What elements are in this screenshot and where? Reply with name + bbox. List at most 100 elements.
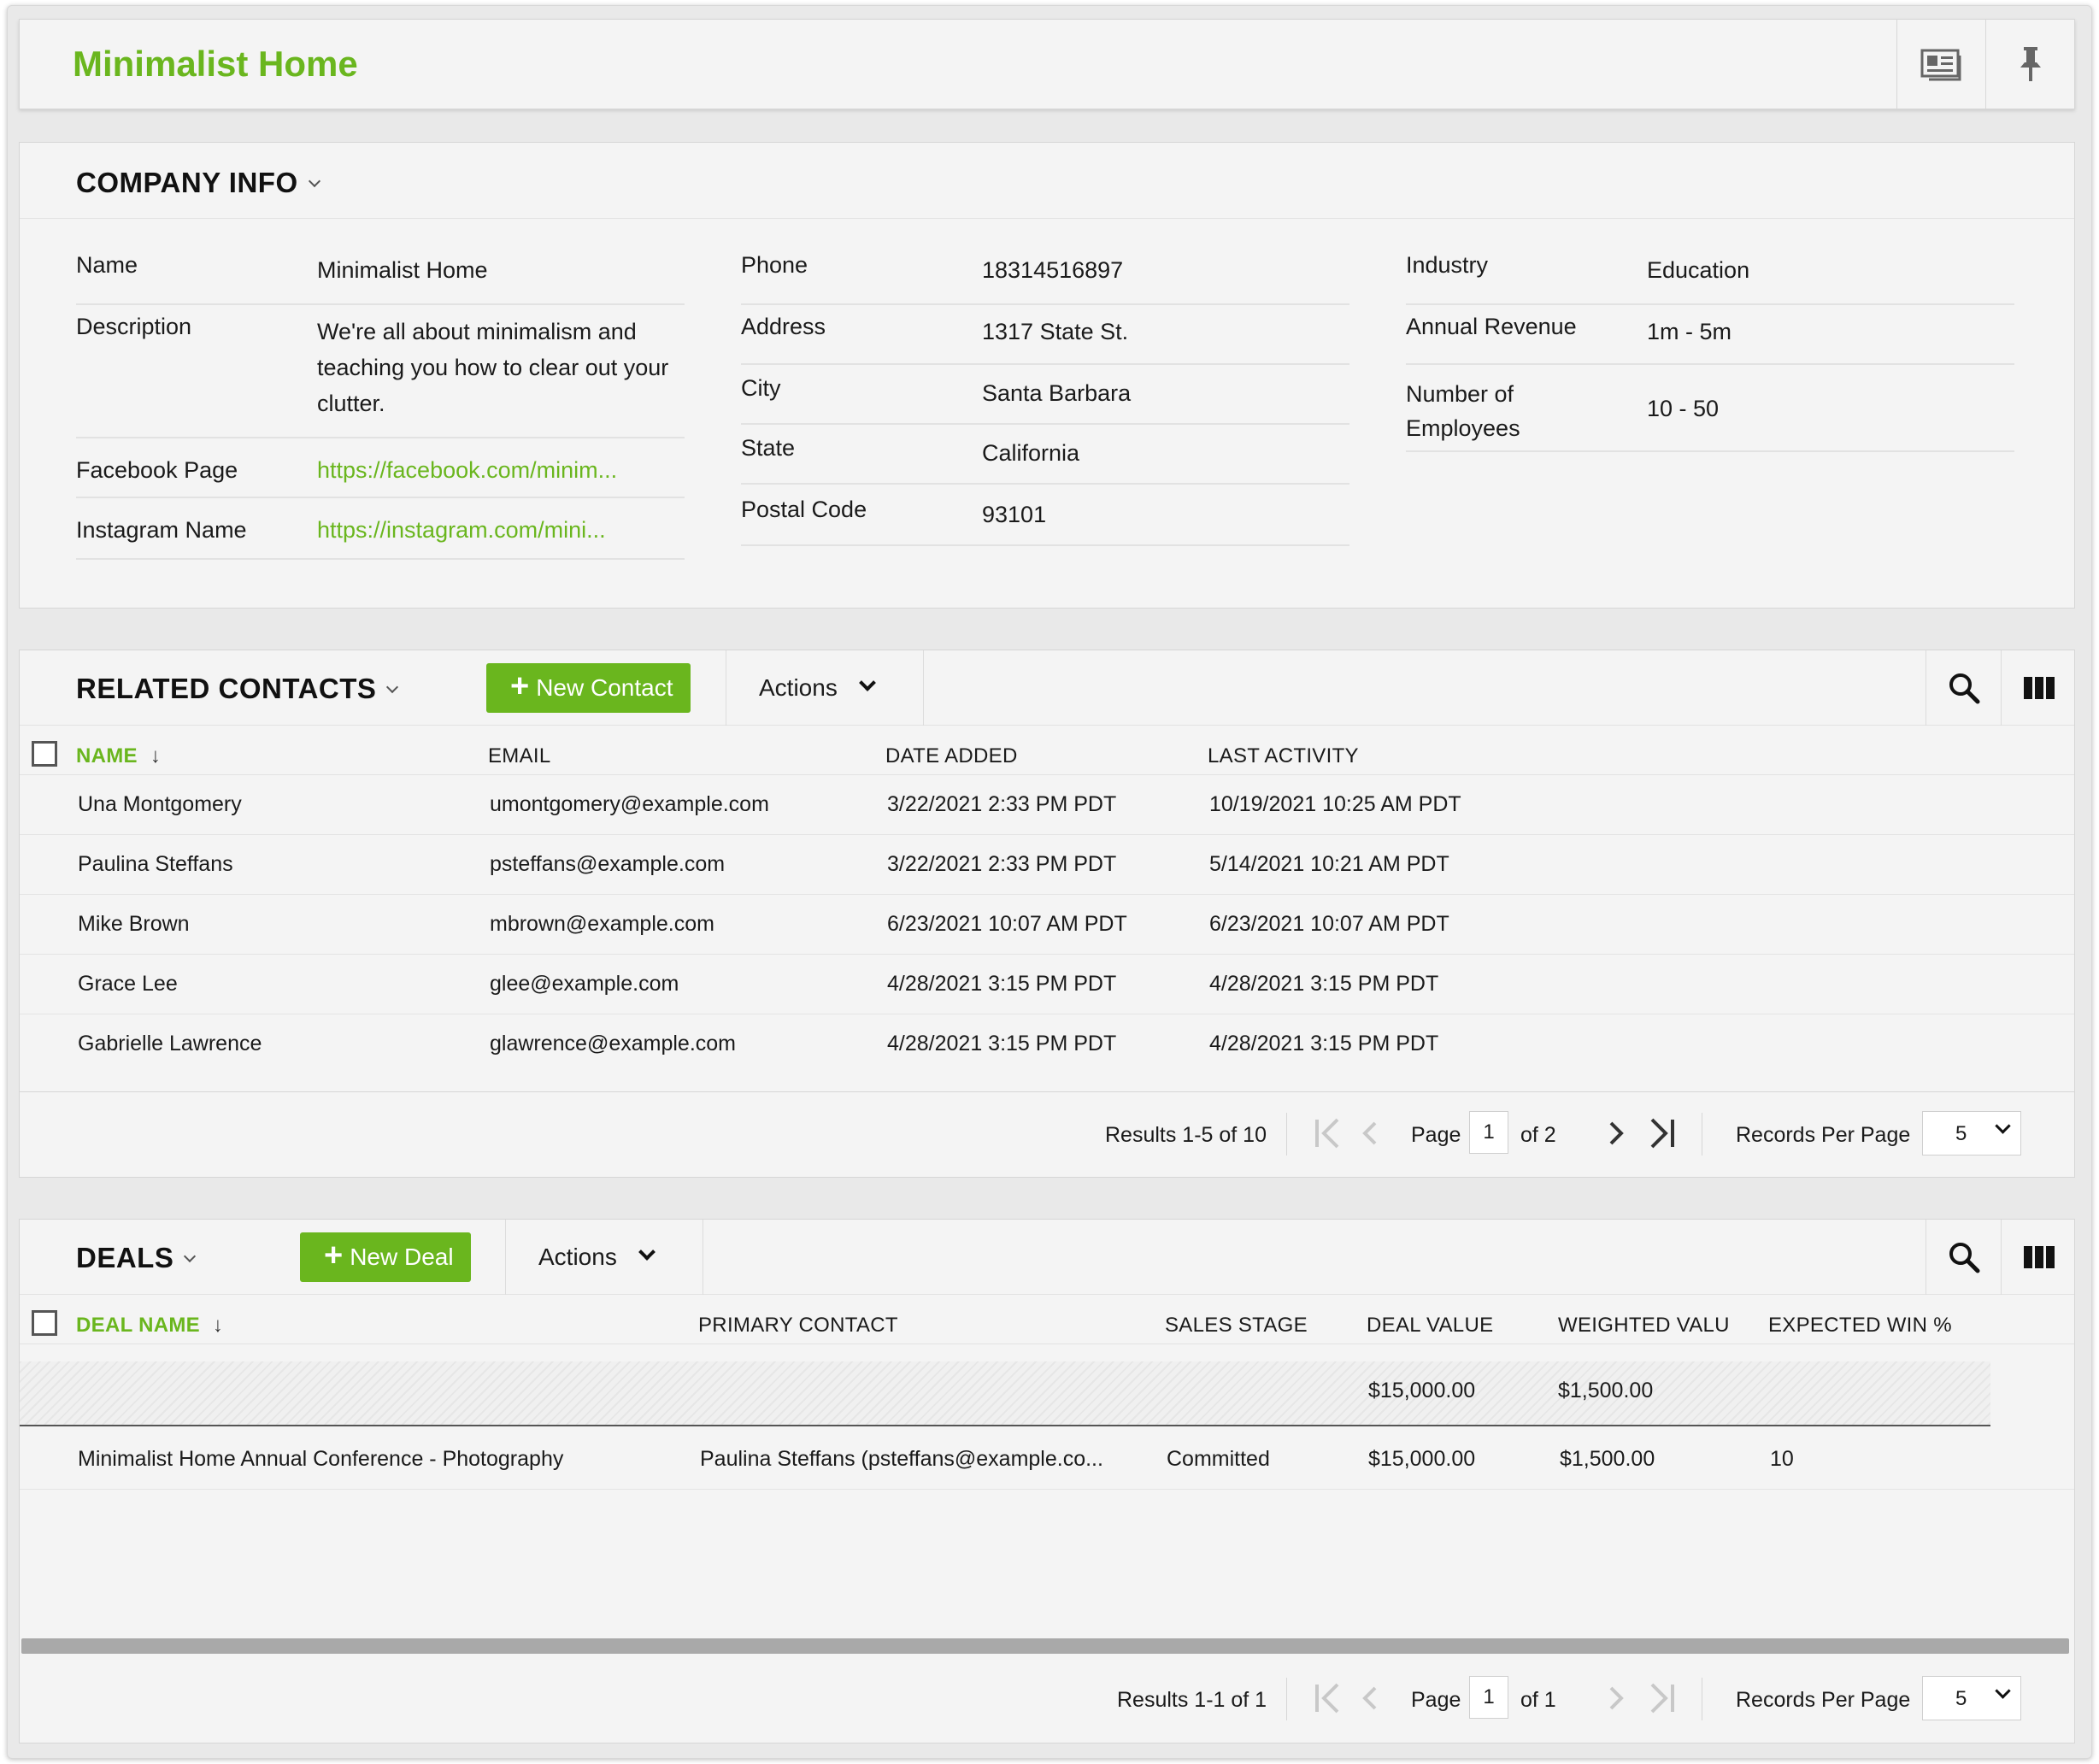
cell-email[interactable]: mbrown@example.com — [490, 912, 714, 937]
related-contacts-title[interactable]: RELATED CONTACTS — [76, 673, 399, 705]
company-info-title[interactable]: COMPANY INFO — [76, 167, 320, 199]
records-per-page-value: 5 — [1955, 1122, 1967, 1145]
contacts-toolbar: RELATED CONTACTS + New Contact Actions — [20, 650, 2074, 726]
first-page-icon[interactable] — [1312, 1116, 1346, 1150]
previous-page-icon[interactable] — [1358, 1681, 1384, 1715]
last-page-icon[interactable] — [1643, 1116, 1678, 1150]
deals-search-button[interactable] — [1926, 1220, 2001, 1295]
table-row[interactable]: Paulina Steffans psteffans@example.com 3… — [20, 835, 2074, 895]
divider — [1286, 1678, 1287, 1720]
deals-panel: DEALS + New Deal Actions DEAL NAME ↓ PRI… — [19, 1219, 2075, 1743]
columns-icon — [2023, 1246, 2055, 1268]
chevron-down-icon — [386, 680, 399, 694]
related-contacts-title-text: RELATED CONTACTS — [76, 673, 377, 704]
column-header-date-added[interactable]: DATE ADDED — [885, 744, 1018, 768]
cell-name[interactable]: Paulina Steffans — [78, 852, 233, 877]
table-row[interactable]: Gabrielle Lawrence glawrence@example.com… — [20, 1014, 2074, 1074]
field-label: State — [741, 435, 796, 461]
pin-button[interactable] — [1985, 20, 2074, 109]
column-header-last-activity[interactable]: LAST ACTIVITY — [1208, 744, 1359, 768]
records-per-page-select[interactable]: 5 — [1922, 1111, 2021, 1155]
table-row[interactable]: Una Montgomery umontgomery@example.com 3… — [20, 775, 2074, 835]
field-phone: Phone 18314516897 — [741, 244, 1349, 305]
cell-primary-contact[interactable]: Paulina Steffans (psteffans@example.co..… — [700, 1447, 1103, 1472]
select-all-checkbox[interactable] — [32, 1310, 57, 1336]
cell-name[interactable]: Mike Brown — [78, 912, 190, 937]
cell-email[interactable]: umontgomery@example.com — [490, 792, 769, 817]
actions-label: Actions — [538, 1244, 617, 1270]
cell-last-activity: 6/23/2021 10:07 AM PDT — [1209, 912, 1449, 936]
records-per-page-label: Records Per Page — [1736, 1123, 1911, 1147]
contacts-search-button[interactable] — [1926, 650, 2001, 726]
card-view-button[interactable] — [1896, 20, 1985, 109]
column-header-email[interactable]: EMAIL — [488, 744, 551, 768]
cell-deal-name[interactable]: Minimalist Home Annual Conference - Phot… — [78, 1447, 563, 1472]
instagram-link[interactable]: https://instagram.com/mini... — [317, 512, 659, 548]
page-number-input[interactable]: 1 — [1469, 1676, 1508, 1719]
column-header-deal-name[interactable]: DEAL NAME ↓ — [76, 1314, 223, 1338]
company-info-title-text: COMPANY INFO — [76, 167, 298, 198]
next-page-icon[interactable] — [1602, 1681, 1628, 1715]
search-icon — [1949, 1243, 1979, 1273]
field-state: State California — [741, 425, 1349, 485]
column-header-deal-value[interactable]: DEAL VALUE — [1367, 1314, 1493, 1338]
field-industry: Industry Education — [1406, 244, 2014, 305]
table-row[interactable]: Mike Brown mbrown@example.com 6/23/2021 … — [20, 895, 2074, 955]
contacts-columns-button[interactable] — [2001, 650, 2076, 726]
column-header-sales-stage[interactable]: SALES STAGE — [1165, 1314, 1308, 1338]
pin-icon — [2020, 47, 2041, 81]
cell-weighted-value: $1,500.00 — [1560, 1447, 1655, 1471]
cell-name[interactable]: Una Montgomery — [78, 792, 242, 817]
field-value: 1317 State St. — [982, 319, 1129, 344]
cell-email[interactable]: glawrence@example.com — [490, 1032, 736, 1056]
select-all-checkbox[interactable] — [32, 741, 57, 767]
field-label: Name — [76, 252, 138, 278]
horizontal-scrollbar[interactable] — [21, 1638, 2069, 1654]
deals-actions-dropdown[interactable]: Actions — [505, 1220, 703, 1295]
column-header-primary-contact[interactable]: PRIMARY CONTACT — [698, 1314, 898, 1338]
deals-title[interactable]: DEALS — [76, 1242, 197, 1274]
deals-pagination: Results 1-1 of 1 Page 1 of 1 Records Per… — [20, 1657, 2074, 1743]
records-per-page-select[interactable]: 5 — [1922, 1676, 2021, 1720]
contacts-actions-dropdown[interactable]: Actions — [726, 650, 924, 726]
deals-table-header: DEAL NAME ↓ PRIMARY CONTACT SALES STAGE … — [20, 1295, 2074, 1344]
field-facebook: Facebook Page https://facebook.com/minim… — [76, 438, 685, 498]
column-header-name[interactable]: NAME ↓ — [76, 744, 161, 768]
records-per-page-label: Records Per Page — [1736, 1688, 1911, 1712]
field-name: Name Minimalist Home — [76, 244, 685, 305]
columns-icon — [2023, 677, 2055, 699]
table-row[interactable]: Minimalist Home Annual Conference - Phot… — [20, 1428, 2074, 1490]
field-city: City Santa Barbara — [741, 365, 1349, 425]
last-page-icon[interactable] — [1643, 1681, 1678, 1715]
page-title: Minimalist Home — [73, 44, 358, 84]
column-header-weighted-value[interactable]: WEIGHTED VALU — [1558, 1314, 1730, 1338]
cell-email[interactable]: glee@example.com — [490, 972, 679, 997]
page-label: Page — [1411, 1123, 1461, 1147]
previous-page-icon[interactable] — [1358, 1116, 1384, 1150]
new-contact-label: New Contact — [536, 674, 673, 701]
column-header-expected-win[interactable]: EXPECTED WIN % — [1768, 1314, 1952, 1338]
field-label: Description — [76, 314, 192, 339]
new-contact-button[interactable]: + New Contact — [486, 663, 691, 713]
next-page-icon[interactable] — [1602, 1116, 1628, 1150]
page-total: of 2 — [1520, 1123, 1556, 1147]
company-col-3: Industry Education Annual Revenue 1m - 5… — [1406, 244, 2014, 452]
divider — [20, 218, 2074, 219]
new-deal-button[interactable]: + New Deal — [300, 1232, 471, 1282]
cell-date-added: 3/22/2021 2:33 PM PDT — [887, 792, 1117, 816]
results-count: Results 1-1 of 1 — [1117, 1688, 1267, 1712]
field-value: Minimalist Home — [317, 257, 488, 283]
cell-name[interactable]: Gabrielle Lawrence — [78, 1032, 262, 1056]
field-employees: Number of Employees 10 - 50 — [1406, 365, 2014, 452]
cell-email[interactable]: psteffans@example.com — [490, 852, 725, 877]
deals-columns-button[interactable] — [2001, 1220, 2076, 1295]
first-page-icon[interactable] — [1312, 1681, 1346, 1715]
column-header-label: NAME — [76, 744, 138, 767]
facebook-link[interactable]: https://facebook.com/minim... — [317, 452, 659, 488]
sort-arrow-icon: ↓ — [212, 1314, 224, 1337]
page-number-input[interactable]: 1 — [1469, 1111, 1508, 1154]
table-row[interactable]: Grace Lee glee@example.com 4/28/2021 3:1… — [20, 955, 2074, 1014]
results-count: Results 1-5 of 10 — [1105, 1123, 1267, 1147]
cell-name[interactable]: Grace Lee — [78, 972, 178, 997]
cell-last-activity: 10/19/2021 10:25 AM PDT — [1209, 792, 1461, 816]
